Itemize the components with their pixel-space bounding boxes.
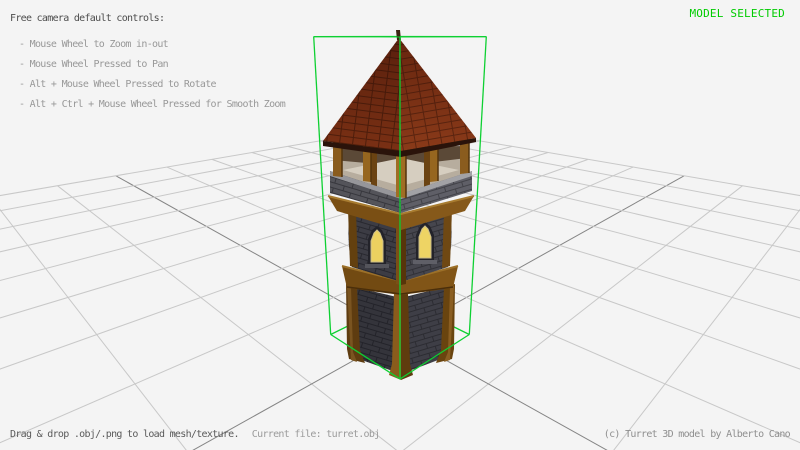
drop-hint-bar: Drag & drop .obj/.png to load mesh/textu… — [10, 429, 380, 441]
current-file-label: Current file: turret.obj — [252, 429, 380, 440]
model-credit: (c) Turret 3D model by Alberto Cano — [604, 429, 790, 441]
controls-help-title: Free camera default controls: — [10, 13, 164, 25]
controls-help-item: - Mouse Wheel Pressed to Pan — [19, 59, 168, 71]
drop-hint-text: Drag & drop .obj/.png to load mesh/textu… — [10, 429, 239, 440]
viewer-window: Free camera default controls: - Mouse Wh… — [0, 0, 800, 450]
controls-help-item: - Alt + Mouse Wheel Pressed to Rotate — [19, 79, 216, 91]
selection-status-badge: MODEL SELECTED — [689, 8, 785, 20]
controls-help-item: - Mouse Wheel to Zoom in-out — [19, 39, 168, 51]
controls-help-item: - Alt + Ctrl + Mouse Wheel Pressed for S… — [19, 99, 285, 111]
